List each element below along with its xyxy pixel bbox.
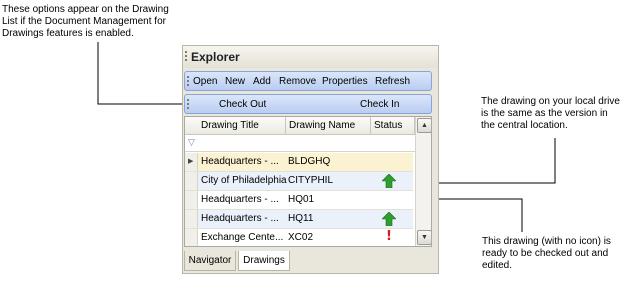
drawing-grid: Drawing Title Drawing Name Status ▽ ▶ He… [184,116,432,247]
column-status[interactable]: Status [374,120,402,131]
filter-icon[interactable]: ▽ [188,137,195,148]
remove-button[interactable]: Remove [279,76,316,87]
drawing-name: XC02 [288,232,314,243]
drawing-title: City of Philadelphia [201,175,287,186]
explorer-panel: Explorer Open New Add Remove Properties … [182,45,439,274]
out-of-date-icon: ! [386,229,392,244]
table-row[interactable]: Exchange Cente... XC02 ! [185,229,413,246]
table-row[interactable]: City of Philadelphia CITYPHIL [185,172,413,191]
drawing-title: Headquarters - ... [201,194,279,205]
properties-button[interactable]: Properties [322,76,368,87]
vertical-scrollbar[interactable]: ▲ ▼ [415,117,431,246]
drawing-title: Exchange Cente... [201,232,284,243]
drawing-toolbar: Open New Add Remove Properties Refresh [184,71,432,91]
scroll-up-icon[interactable]: ▲ [417,118,431,133]
panel-tabs: Navigator Drawings [184,251,438,273]
table-row[interactable]: Headquarters - ... HQ11 [185,210,413,229]
drawing-name: CITYPHIL [288,175,334,186]
check-in-button[interactable]: Check In [360,99,399,110]
column-drawing-title[interactable]: Drawing Title [201,120,259,131]
callout-no-icon: This drawing (with no icon) is ready to … [482,236,611,271]
drawing-title: Headquarters - ... [201,156,279,167]
up-to-date-icon [382,212,396,226]
leader-line-top [97,42,188,105]
checkout-grip-icon[interactable] [187,99,189,111]
panel-title: Explorer [191,50,240,64]
table-row[interactable]: ▶ Headquarters - ... BLDGHQ [185,153,413,172]
open-button[interactable]: Open [193,76,217,87]
explorer-header: Explorer [183,46,438,68]
drawing-name: HQ01 [288,194,315,205]
drawing-name: BLDGHQ [288,156,331,167]
tab-drawings[interactable]: Drawings [238,251,290,271]
drag-grip-icon[interactable] [185,51,187,63]
toolbar-grip-icon[interactable] [187,76,189,88]
drawing-name: HQ11 [288,213,314,224]
refresh-button[interactable]: Refresh [375,76,410,87]
check-out-button[interactable]: Check Out [219,99,266,110]
scroll-down-icon[interactable]: ▼ [417,230,431,245]
up-to-date-icon [382,174,396,188]
callout-document-management: These options appear on the Drawing List… [2,4,169,39]
callout-up-to-date: The drawing on your local drive is the s… [481,96,620,131]
add-button[interactable]: Add [253,76,271,87]
grid-header: Drawing Title Drawing Name Status [185,117,431,135]
new-button[interactable]: New [225,76,245,87]
filter-row[interactable]: ▽ [185,135,431,152]
column-drawing-name[interactable]: Drawing Name [289,120,355,131]
current-row-icon: ▶ [188,158,194,165]
checkout-toolbar: Check Out Check In [184,94,432,114]
tab-navigator[interactable]: Navigator [184,251,236,271]
drawing-title: Headquarters - ... [201,213,279,224]
table-row[interactable]: Headquarters - ... HQ01 [185,191,413,210]
